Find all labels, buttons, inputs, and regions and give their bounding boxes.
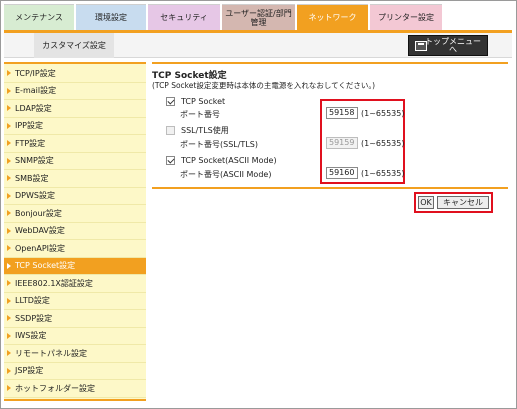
sidebar-item-label: ホットフォルダー設定 [15,383,95,393]
top-menu-button[interactable]: トップメニュー へ [408,35,488,56]
tcp-socket-checkbox-row[interactable]: TCP Socket [166,95,225,107]
triangle-right-icon [7,70,11,77]
sidebar-item[interactable]: IEEE802.1X認証設定 [4,275,146,293]
sidebar-item-label: DPWS設定 [15,191,55,201]
triangle-right-icon [7,315,11,322]
sidebar-item[interactable]: Bonjour設定 [4,205,146,223]
sidebar-item-label: IWS設定 [15,331,47,341]
sidebar-item-label: LDAP設定 [15,103,52,113]
sidebar-item-label: SSDP設定 [15,313,53,323]
sidebar-item[interactable]: E-mail設定 [4,83,146,100]
tcp-socket-checkbox[interactable] [166,96,175,106]
home-menu-icon [415,41,427,51]
triangle-right-icon [7,245,11,252]
sidebar-nav: TCP/IP設定 E-mail設定 LDAP設定 IPP設定 FTP設定 SNMP設定 SM… [4,62,146,401]
triangle-right-icon [7,105,11,112]
tab-maintenance[interactable]: メンテナンス [4,4,74,30]
page-note: (TCP Socket設定変更時は本体の主電源を入れなおしてください。) [152,81,376,90]
sidebar-item[interactable]: LDAP設定 [4,100,146,118]
tab-printer-settings[interactable]: プリンター設定 [370,4,442,30]
triangle-right-icon [7,210,11,217]
ssl-tls-checkbox-row[interactable]: SSL/TLS使用 [166,124,229,136]
ok-button[interactable]: OK [418,196,434,209]
sidebar-item-label: SMB設定 [15,173,49,183]
sidebar-item-label: OpenAPI設定 [15,243,66,253]
sidebar-item[interactable]: IWS設定 [4,328,146,345]
sub-tab-bar: カスタマイズ設定 トップメニュー へ [4,33,512,58]
content-divider [152,187,508,189]
sidebar-item[interactable]: TCP/IP設定 [4,65,146,83]
cancel-button[interactable]: キャンセル [437,196,489,209]
ssl-tls-label: SSL/TLS使用 [181,125,229,135]
ssl-tls-port-input[interactable]: 59159 [326,137,358,149]
sidebar-item[interactable]: JSP設定 [4,363,146,380]
triangle-right-icon [7,227,11,234]
triangle-right-icon [7,297,11,304]
tab-user-auth[interactable]: ユーザー認証/部門 管理 [222,4,295,30]
ssl-tls-checkbox[interactable] [166,125,175,135]
sidebar-item-label: FTP設定 [15,138,46,148]
triangle-right-icon [7,280,11,287]
sidebar-item-label: TCP/IP設定 [15,68,56,78]
sidebar-item-label: WebDAV設定 [15,226,65,236]
sidebar-item[interactable]: TCP Socket設定 [4,257,146,275]
tab-environment[interactable]: 環境設定 [76,4,146,30]
sidebar-item[interactable]: ホットフォルダー設定 [4,380,146,398]
tab-network[interactable]: ネットワーク [297,4,368,30]
tcp-socket-port-input[interactable]: 59158 [326,107,358,119]
sidebar-item-label: Bonjour設定 [15,208,62,218]
tab-customize[interactable]: カスタマイズ設定 [34,33,114,58]
triangle-right-icon [7,192,11,199]
sidebar-item-label: SNMP設定 [15,156,54,166]
tcp-socket-port-range: (1~65535) [361,109,405,118]
triangle-right-icon [7,367,11,374]
triangle-right-icon [7,385,11,392]
sidebar-item[interactable]: SMB設定 [4,170,146,188]
nav-top-rule [4,62,146,64]
nav-bottom-rule [4,399,146,401]
triangle-right-icon [7,122,11,129]
nav-list: TCP/IP設定 E-mail設定 LDAP設定 IPP設定 FTP設定 SNMP設定 SM… [4,65,146,398]
tcp-socket-port-label: ポート番号 [180,110,220,119]
ssl-tls-port-label: ポート番号(SSL/TLS) [180,140,258,149]
top-menu-label: トップメニュー へ [425,36,481,54]
ssl-tls-port-range: (1~65535) [361,139,405,148]
triangle-right-icon [7,350,11,357]
triangle-right-icon [7,140,11,147]
triangle-right-icon [7,332,11,339]
ascii-mode-port-input[interactable]: 59160 [326,167,358,179]
ascii-mode-label: TCP Socket(ASCII Mode) [181,155,277,165]
ascii-mode-port-label: ポート番号(ASCII Mode) [180,170,272,179]
sidebar-item[interactable]: LLTD設定 [4,293,146,310]
sidebar-item[interactable]: リモートパネル設定 [4,345,146,363]
content-top-rule [152,62,508,64]
ascii-mode-checkbox-row[interactable]: TCP Socket(ASCII Mode) [166,154,277,166]
triangle-right-icon [7,262,11,269]
triangle-right-icon [7,175,11,182]
sidebar-item-label: E-mail設定 [15,86,57,96]
sidebar-item[interactable]: IPP設定 [4,118,146,135]
ascii-mode-checkbox[interactable] [166,155,175,165]
ascii-mode-port-range: (1~65535) [361,169,405,178]
sidebar-item[interactable]: DPWS設定 [4,188,146,205]
triangle-right-icon [7,87,11,94]
sidebar-item-label: LLTD設定 [15,296,50,306]
tcp-socket-label: TCP Socket [181,96,226,106]
sidebar-item[interactable]: SSDP設定 [4,310,146,328]
sidebar-item[interactable]: SNMP設定 [4,153,146,170]
triangle-right-icon [7,157,11,164]
sidebar-item-label: IEEE802.1X認証設定 [15,278,93,288]
tab-security[interactable]: セキュリティ [148,4,220,30]
sidebar-item-label: リモートパネル設定 [15,348,87,358]
sidebar-item-label: IPP設定 [15,121,44,131]
top-tab-bar: メンテナンス 環境設定 セキュリティ ユーザー認証/部門 管理 ネットワーク プ… [4,4,442,30]
sidebar-item-label: JSP設定 [15,366,44,376]
sidebar-item-label: TCP Socket設定 [15,261,76,271]
sidebar-item[interactable]: FTP設定 [4,135,146,153]
sidebar-item[interactable]: WebDAV設定 [4,223,146,240]
sidebar-item[interactable]: OpenAPI設定 [4,240,146,258]
